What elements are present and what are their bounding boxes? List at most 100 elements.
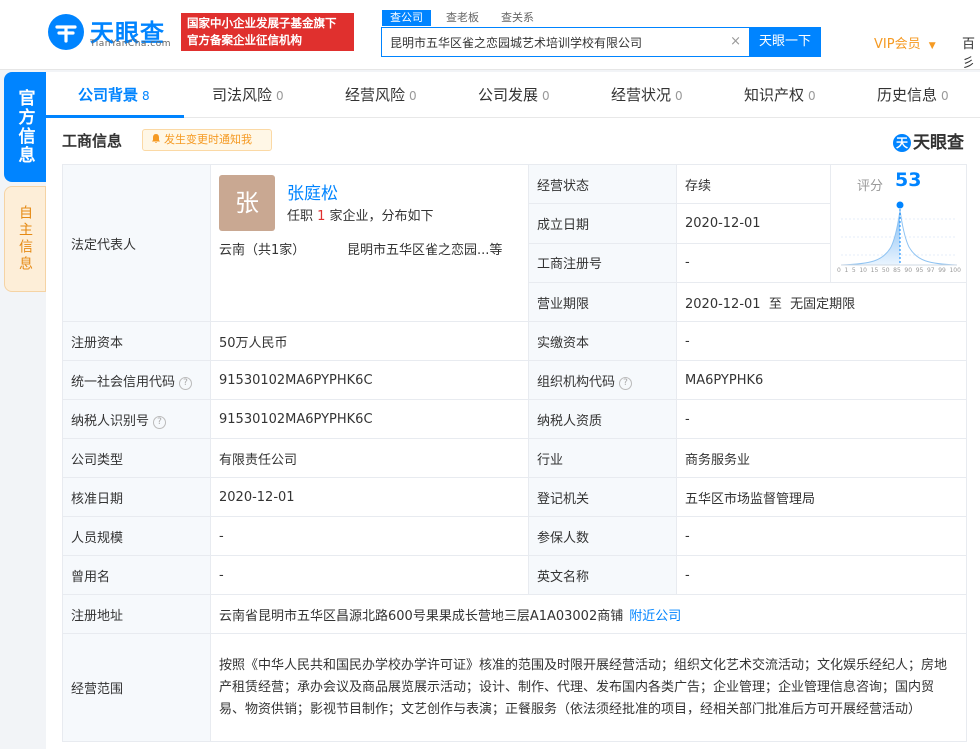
label-taxpayer-id: 纳税人识别号? — [62, 399, 211, 439]
banner-line-2: 官方备案企业征信机构 — [187, 33, 302, 47]
score-axis-tick: 95 — [915, 267, 924, 274]
label-established-date: 成立日期 — [528, 203, 677, 244]
tab-count: 0 — [409, 89, 417, 103]
more-link[interactable]: 百彡 — [962, 33, 980, 71]
legal-rep-cell: 张 张庭松 任职 1 家企业，分布如下 云南（共1家） 昆明市五华区雀之恋园..… — [210, 164, 529, 322]
tab-label: 司法风险 — [212, 86, 273, 104]
value-english-name: - — [676, 555, 967, 595]
label-business-scope: 经营范围 — [62, 633, 211, 742]
legal-rep-region[interactable]: 云南（共1家） — [219, 239, 305, 258]
legal-rep-positions: 任职 1 家企业，分布如下 — [287, 205, 434, 224]
search-tab-relation[interactable]: 查关系 — [493, 10, 542, 26]
tab-intellectual-property[interactable]: 知识产权 0 — [744, 72, 816, 118]
search-button[interactable]: 天眼一下 — [749, 27, 821, 57]
label-company-type: 公司类型 — [62, 438, 211, 478]
value-insured-count: - — [676, 516, 967, 556]
value-business-scope: 按照《中华人民共和国民办学校办学许可证》核准的范围及时限开展经营活动；组织文化艺… — [210, 633, 967, 742]
tab-history[interactable]: 历史信息 0 — [877, 72, 949, 118]
label-industry: 行业 — [528, 438, 677, 478]
label-credit-code: 统一社会信用代码? — [62, 360, 211, 400]
search-input[interactable] — [382, 28, 712, 56]
logo-subtitle: TianYanCha.com — [90, 39, 172, 49]
tab-judicial-risk[interactable]: 司法风险 0 — [212, 72, 284, 118]
tab-company-background[interactable]: 公司背景 8 — [78, 72, 150, 118]
score-axis-tick: 90 — [904, 267, 913, 274]
score-distribution-chart — [840, 201, 958, 266]
score-cell[interactable]: 评分 53 0 1 5 10 15 50 85 90 95 97 99 100 — [830, 164, 967, 283]
main-panel: 公司背景 8 司法风险 0 经营风险 0 公司发展 0 经营状况 0 知识产权 0 历史信息… — [46, 72, 980, 749]
business-info-table: 法定代表人 张 张庭松 任职 1 家企业，分布如下 云南（共1家） 昆明市五华区… — [62, 163, 967, 742]
tianyancha-logo-icon[interactable] — [46, 12, 86, 52]
score-axis-tick: 99 — [938, 267, 946, 274]
label-registered-address: 注册地址 — [62, 594, 211, 634]
label-registration-number: 工商注册号 — [528, 242, 677, 284]
tab-operation-status[interactable]: 经营状况 0 — [611, 72, 683, 118]
value-credit-code: 91530102MA6PYPHK6C — [210, 360, 529, 400]
help-icon[interactable]: ? — [619, 376, 633, 390]
legal-rep-label: 法定代表人 — [62, 164, 211, 322]
section-title: 工商信息 — [62, 132, 123, 150]
label-text: 组织机构代码 — [537, 374, 616, 390]
score-axis-tick: 85 — [893, 267, 901, 274]
score-card: 评分 53 0 1 5 10 15 50 85 90 95 97 99 100 — [831, 165, 966, 282]
vip-label: VIP会员 — [874, 37, 921, 52]
label-registered-capital: 注册资本 — [62, 321, 211, 361]
notify-button[interactable]: 发生变更时通知我 — [142, 129, 272, 151]
table-row: 法定代表人 张 张庭松 任职 1 家企业，分布如下 云南（共1家） 昆明市五华区… — [62, 163, 967, 322]
nav-bar: 公司背景 8 司法风险 0 经营风险 0 公司发展 0 经营状况 0 知识产权 0 历史信息… — [46, 72, 980, 118]
tab-company-development[interactable]: 公司发展 0 — [478, 72, 550, 118]
value-taxpayer-id: 91530102MA6PYPHK6C — [210, 399, 529, 439]
value-org-code: MA6PYPHK6 — [676, 360, 967, 400]
bell-icon — [152, 134, 160, 144]
table-row: 公司类型 有限责任公司 行业 商务服务业 — [62, 438, 967, 478]
label-business-term: 营业期限 — [528, 282, 677, 322]
score-axis: 0 1 5 10 15 50 85 90 95 97 99 100 — [837, 267, 961, 274]
tab-count: 8 — [142, 89, 150, 103]
score-axis-tick: 0 — [837, 267, 841, 274]
legal-rep-company[interactable]: 昆明市五华区雀之恋园...等 — [347, 239, 502, 258]
address-text: 云南省昆明市五华区昌源北路600号果果成长营地三层A1A03002商铺 — [219, 608, 624, 624]
tab-count: 0 — [675, 89, 683, 103]
score-axis-tick: 1 — [844, 267, 849, 274]
label-operating-status: 经营状态 — [528, 163, 677, 205]
top-bar: 天眼查 TianYanCha.com 国家中小企业发展子基金旗下 官方备案企业征… — [0, 0, 980, 71]
legal-rep-name[interactable]: 张庭松 — [287, 179, 338, 204]
tab-count: 0 — [542, 89, 550, 103]
tab-count: 0 — [276, 89, 284, 103]
value-established-date: 2020-12-01 — [676, 203, 831, 244]
side-tab-self[interactable]: 自主信息 — [4, 186, 46, 292]
table-row: 人员规模 - 参保人数 - — [62, 516, 967, 556]
nearby-companies-link[interactable]: 附近公司 — [629, 609, 681, 624]
value-business-term: 2020-12-01 至 无固定期限 — [676, 282, 967, 322]
label-approval-date: 核准日期 — [62, 477, 211, 517]
tab-operation-risk[interactable]: 经营风险 0 — [345, 72, 417, 118]
table-row: 核准日期 2020-12-01 登记机关 五华区市场监督管理局 — [62, 477, 967, 517]
avatar[interactable]: 张 — [219, 175, 275, 231]
search-box: × — [381, 27, 749, 57]
search-tab-company[interactable]: 查公司 — [382, 10, 431, 26]
value-approval-date: 2020-12-01 — [210, 477, 529, 517]
label-registration-authority: 登记机关 — [528, 477, 677, 517]
tab-label: 公司发展 — [478, 86, 539, 104]
clear-icon[interactable]: × — [730, 34, 741, 49]
score-axis-tick: 97 — [926, 267, 935, 274]
score-axis-tick: 15 — [870, 267, 879, 274]
label-taxpayer-qualification: 纳税人资质 — [528, 399, 677, 439]
chevron-down-icon: ▼ — [928, 41, 936, 51]
active-tab-underline — [46, 115, 184, 118]
value-industry: 商务服务业 — [676, 438, 967, 478]
banner-line-1: 国家中小企业发展子基金旗下 — [187, 16, 337, 30]
official-banner: 国家中小企业发展子基金旗下 官方备案企业征信机构 — [181, 13, 354, 51]
label-staff-size: 人员规模 — [62, 516, 211, 556]
side-tab-official[interactable]: 官方信息 — [4, 72, 46, 182]
table-row: 经营范围 按照《中华人民共和国民办学校办学许可证》核准的范围及时限开展经营活动；… — [62, 633, 967, 742]
value-paid-capital: - — [676, 321, 967, 361]
vip-menu[interactable]: VIP会员 ▼ — [874, 33, 936, 52]
help-icon[interactable]: ? — [153, 415, 167, 429]
search-tab-boss[interactable]: 查老板 — [438, 10, 487, 26]
value-registered-address: 云南省昆明市五华区昌源北路600号果果成长营地三层A1A03002商铺 附近公司 — [210, 594, 967, 634]
help-icon[interactable]: ? — [179, 376, 193, 390]
label-paid-capital: 实缴资本 — [528, 321, 677, 361]
value-operating-status: 存续 — [676, 163, 831, 205]
table-row: 曾用名 - 英文名称 - — [62, 555, 967, 595]
